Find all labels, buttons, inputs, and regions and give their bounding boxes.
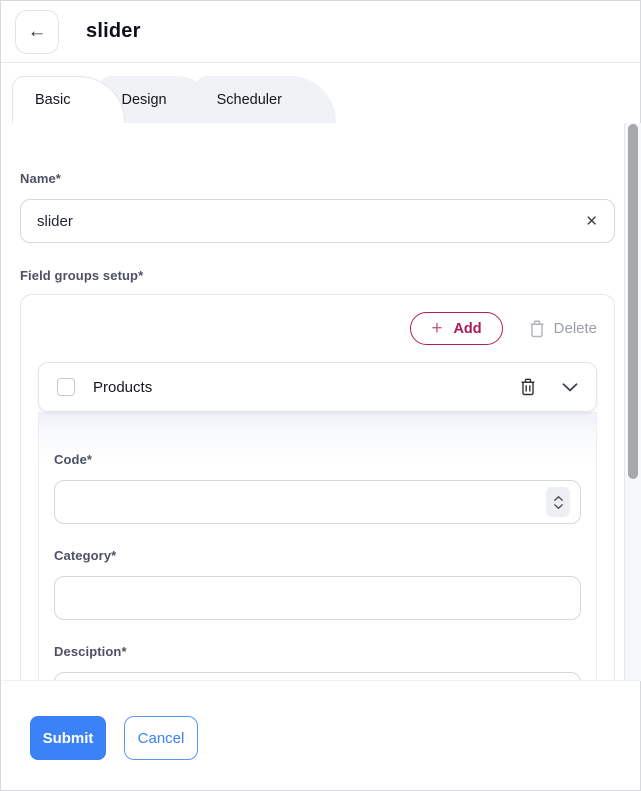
field-groups-toolbar: + Add Delete (38, 312, 597, 345)
code-field-label: Code* (54, 452, 581, 467)
tab-panel-basic: Name* slider ✕ Field groups setup* + Add (2, 123, 641, 681)
page-title: slider (86, 20, 141, 43)
name-field-label: Name* (20, 171, 615, 186)
add-group-button[interactable]: + Add (410, 312, 502, 345)
submit-button[interactable]: Submit (30, 716, 106, 760)
group-delete-button[interactable] (520, 378, 536, 396)
tab-bar: Basic Design Scheduler (1, 63, 640, 123)
scrollbar-track[interactable] (624, 123, 641, 681)
group-body: Code* Category* Desc (38, 412, 597, 681)
header: ← slider (1, 1, 640, 63)
tab-scheduler-label: Scheduler (217, 92, 282, 108)
stepper-up-icon[interactable] (554, 496, 563, 501)
group-checkbox[interactable] (57, 378, 75, 396)
category-input[interactable] (54, 576, 581, 620)
field-groups-card: + Add Delete Products (20, 294, 615, 681)
group-collapse-button[interactable] (562, 383, 578, 392)
app-window: { "header": { "title": "slider", "back_i… (0, 0, 641, 791)
description-field-label: Desciption* (54, 644, 581, 659)
chevron-down-icon (562, 383, 578, 392)
plus-icon: + (431, 319, 442, 338)
delete-button-label: Delete (554, 320, 597, 337)
name-input-value: slider (37, 213, 585, 230)
category-field-label: Category* (54, 548, 581, 563)
group-title: Products (93, 379, 520, 396)
back-arrow-icon: ← (28, 21, 47, 43)
scroll-content: Name* slider ✕ Field groups setup* + Add (2, 171, 641, 681)
name-input[interactable]: slider ✕ (20, 199, 615, 243)
cancel-button[interactable]: Cancel (124, 716, 198, 760)
stepper-down-icon[interactable] (554, 504, 563, 509)
footer-actions: Submit Cancel (2, 680, 639, 789)
delete-group-button[interactable]: Delete (529, 320, 597, 338)
tab-basic-label: Basic (35, 92, 70, 108)
tab-design-label: Design (121, 92, 166, 108)
trash-icon (520, 378, 536, 396)
add-button-label: Add (453, 321, 481, 337)
code-input[interactable] (54, 480, 581, 524)
back-button[interactable]: ← (15, 10, 59, 54)
clear-input-icon[interactable]: ✕ (585, 214, 598, 229)
field-groups-label: Field groups setup* (20, 268, 615, 283)
number-stepper[interactable] (546, 487, 570, 517)
trash-icon (529, 320, 545, 338)
scrollbar-thumb[interactable] (628, 124, 638, 479)
group-header-products[interactable]: Products (38, 362, 597, 412)
